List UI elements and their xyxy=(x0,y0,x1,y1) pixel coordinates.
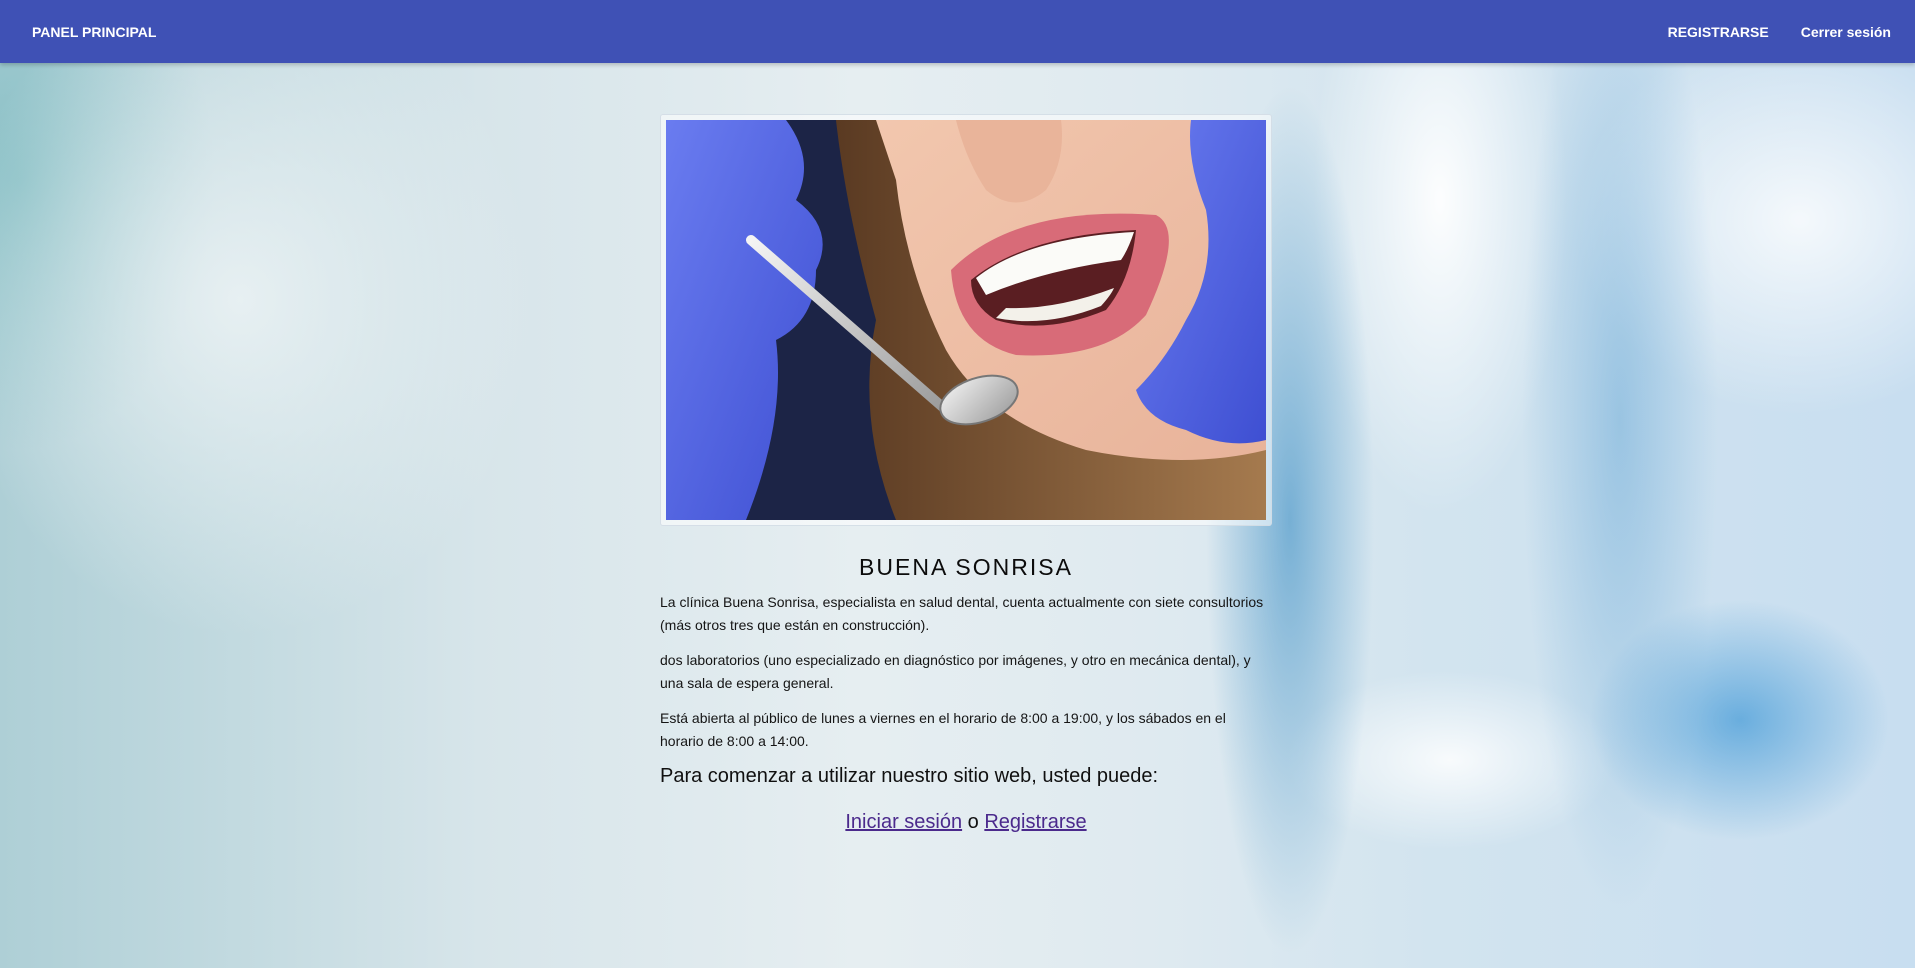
main-content: BUENA SONRISA La clínica Buena Sonrisa, … xyxy=(660,114,1272,834)
intro-paragraph-1: La clínica Buena Sonrisa, especialista e… xyxy=(660,594,1264,633)
login-link[interactable]: Iniciar sesión xyxy=(845,811,962,833)
nav-link-cerrar-sesion[interactable]: Cerrer sesión xyxy=(1789,16,1903,48)
register-link[interactable]: Registrarse xyxy=(984,811,1086,833)
dental-smile-photo xyxy=(666,120,1266,520)
intro-paragraph-3: Está abierta al público de lunes a viern… xyxy=(660,710,1226,749)
lead-text: Para comenzar a utilizar nuestro sitio w… xyxy=(660,765,1159,787)
top-navbar: PANEL PRINCIPAL REGISTRARSE Cerrer sesió… xyxy=(0,0,1915,63)
or-separator: o xyxy=(967,811,979,833)
intro-paragraph-2: dos laboratorios (uno especializado en d… xyxy=(660,652,1251,691)
auth-actions: Iniciar sesión o Registrarse xyxy=(660,811,1272,834)
hero-image-frame xyxy=(660,114,1272,526)
nav-brand-panel-principal[interactable]: PANEL PRINCIPAL xyxy=(12,16,176,48)
nav-link-registrarse[interactable]: REGISTRARSE xyxy=(1656,16,1781,48)
nav-right-links: REGISTRARSE Cerrer sesión xyxy=(1648,16,1903,48)
page-title: BUENA SONRISA xyxy=(859,554,1073,580)
